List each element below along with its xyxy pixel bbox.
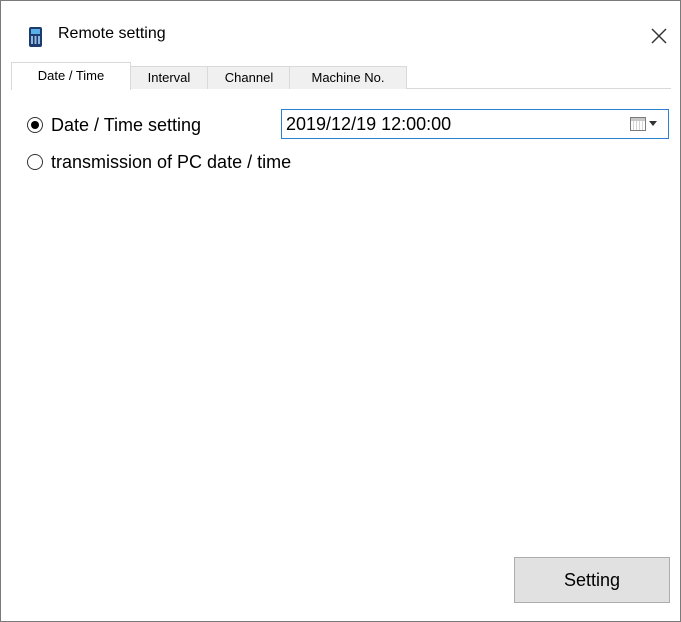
window-title: Remote setting xyxy=(58,25,166,42)
radio-date-time-setting-label: Date / Time setting xyxy=(51,115,202,135)
datetime-picker[interactable]: 2019/12/19 12:00:00 xyxy=(281,109,669,139)
radio-pc-transmission-button[interactable] xyxy=(27,154,43,170)
close-button[interactable] xyxy=(640,16,680,56)
calendar-dropdown-button[interactable] xyxy=(630,116,664,134)
setting-button[interactable]: Setting xyxy=(514,557,670,603)
tab-machine-no[interactable]: Machine No. xyxy=(289,66,407,89)
tab-interval[interactable]: Interval xyxy=(129,66,209,89)
remote-setting-window: Remote setting Date / Time Interval Chan… xyxy=(0,0,681,622)
tab-channel-label: Channel xyxy=(224,70,274,85)
title-bar: Remote setting xyxy=(1,1,680,47)
calendar-icon xyxy=(630,117,646,131)
radio-date-time-setting-button[interactable] xyxy=(27,117,43,133)
tab-strip: Date / Time Interval Channel Machine No. xyxy=(11,62,671,90)
tab-date-time-label: Date / Time xyxy=(37,68,105,83)
tab-machine-no-label: Machine No. xyxy=(311,70,385,85)
datetime-value[interactable]: 2019/12/19 12:00:00 xyxy=(286,114,451,135)
tab-date-time[interactable]: Date / Time xyxy=(11,62,131,90)
tab-channel[interactable]: Channel xyxy=(207,66,291,89)
close-icon xyxy=(651,28,667,44)
tab-interval-label: Interval xyxy=(147,70,191,85)
app-icon xyxy=(29,27,42,47)
radio-pc-transmission-label: transmission of PC date / time xyxy=(51,152,292,172)
app-icon-screen xyxy=(31,29,40,34)
chevron-down-icon xyxy=(649,121,657,126)
app-icon-keys xyxy=(31,36,40,44)
